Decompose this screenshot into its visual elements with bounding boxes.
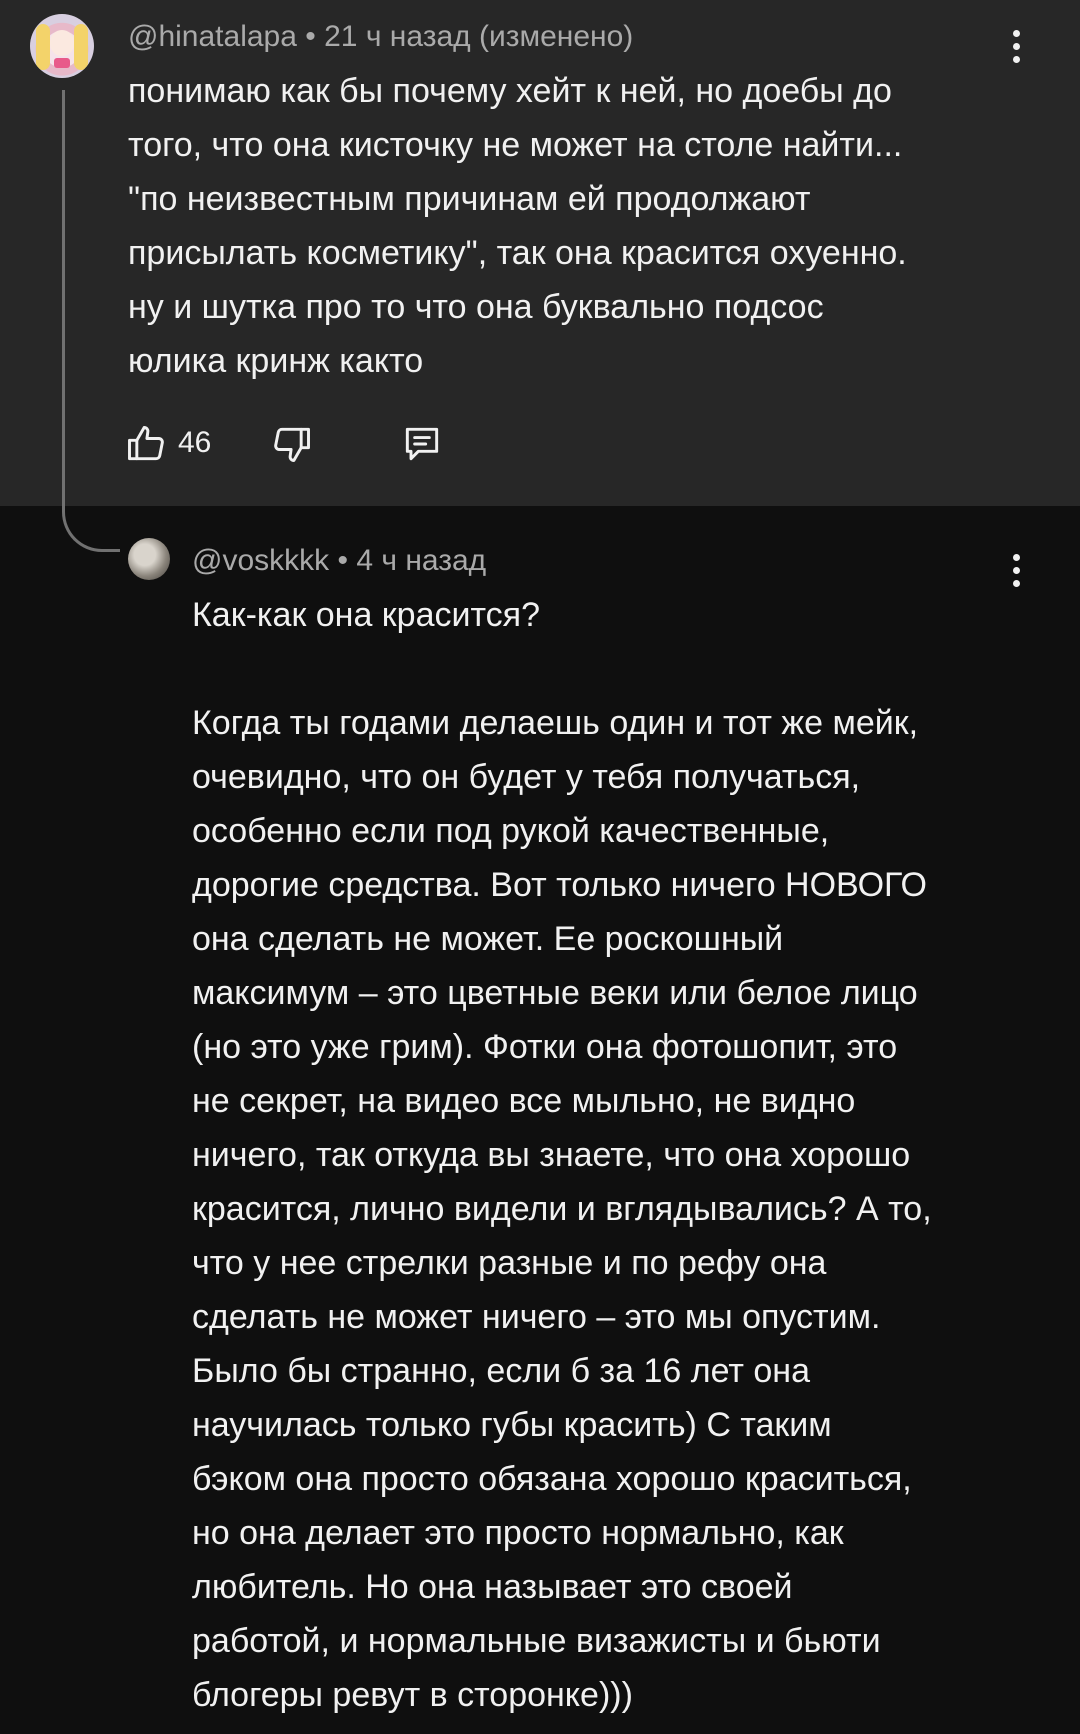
dislike-button[interactable] [270,418,314,470]
like-button[interactable]: 46 [124,418,211,470]
thread-connector [62,90,120,552]
avatar[interactable] [30,14,94,78]
more-vert-icon[interactable] [996,24,1036,68]
meta-separator: • [305,20,325,53]
reply-text: Как-как она красится? Когда ты годами де… [192,596,932,1714]
thumb-down-icon [274,427,310,462]
meta-separator: • [337,544,357,577]
comment-text: понимаю как бы почему хейт к ней, но дое… [128,72,907,380]
thumb-up-icon [128,426,164,461]
comments-thread: @hinatalapa • 21 ч назад (изменено) пони… [0,0,1080,1734]
reply-time: 4 ч назад [356,544,487,577]
reply-author[interactable]: @voskkkk [192,544,329,577]
avatar[interactable] [128,538,170,580]
comment-reply-icon [405,427,439,461]
reply-meta: @voskkkk • 4 ч назад [192,544,486,578]
comment-author[interactable]: @hinatalapa [128,20,297,53]
like-count: 46 [178,426,212,459]
comment-meta: @hinatalapa • 21 ч назад (изменено) [128,20,633,54]
comment-time: 21 ч назад (изменено) [324,20,634,53]
highlighted-comment: @hinatalapa • 21 ч назад (изменено) пони… [0,0,1080,506]
more-vert-icon[interactable] [996,548,1036,592]
reply-button[interactable] [400,418,444,470]
